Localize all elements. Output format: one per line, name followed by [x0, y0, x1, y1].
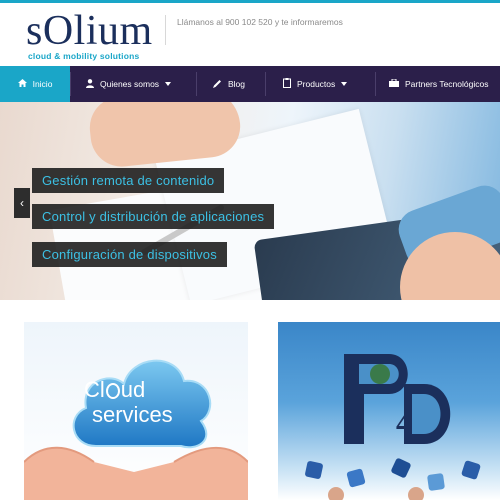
puzzle-piece	[426, 472, 446, 492]
nav-label: Inicio	[32, 79, 53, 89]
nav-item-partners[interactable]: Partners Tecnológicos	[389, 66, 488, 102]
cloud-word-1: Cl ud	[84, 377, 145, 403]
nav-label: Quienes somos	[100, 79, 160, 89]
cloud-word-1a: Cl	[84, 377, 105, 402]
nav-label: Blog	[228, 79, 246, 89]
hands-illustration	[24, 446, 248, 500]
site-logo[interactable]: sOlium cloud & mobility solutions	[26, 8, 156, 61]
nav-item-blog[interactable]: Blog	[213, 66, 245, 102]
hero-slider: ‹ Gestión remota de contenido Control y …	[0, 102, 500, 300]
logo-wordmark: sOlium	[26, 8, 153, 54]
hero-caption-3[interactable]: Configuración de dispositivos	[32, 242, 227, 267]
briefcase-icon	[389, 78, 399, 89]
hero-caption-1[interactable]: Gestión remota de contenido	[32, 168, 225, 193]
nav-item-productos[interactable]: Productos	[283, 66, 348, 102]
hero-caption-2[interactable]: Control y distribución de aplicaciones	[32, 204, 275, 229]
nav-item-inicio[interactable]: Inicio	[0, 66, 70, 102]
puzzle-piece	[346, 468, 366, 488]
chevron-down-icon	[165, 82, 172, 86]
nav-separator	[375, 72, 376, 96]
nav-label: Productos	[297, 79, 336, 89]
nav-separator	[70, 72, 71, 96]
puzzle-piece	[460, 459, 482, 481]
nav-label: Partners Tecnológicos	[405, 79, 489, 89]
pencil-icon	[213, 79, 222, 90]
site-header: sOlium cloud & mobility solutions Lláman…	[0, 3, 500, 66]
user-icon	[86, 78, 94, 90]
p4d-logo	[344, 354, 451, 444]
hand-fragment	[408, 487, 424, 500]
header-divider	[165, 15, 166, 45]
clipboard-icon	[283, 78, 291, 90]
cloud-word-2: services	[92, 402, 173, 427]
home-icon	[17, 79, 27, 89]
cloud-word-1b: ud	[120, 377, 146, 402]
cloud-services-card[interactable]: Cl ud services	[24, 322, 248, 500]
main-nav: Inicio Quienes somos Blog Productos Part…	[0, 66, 500, 102]
logo-tagline: cloud & mobility solutions	[28, 51, 140, 61]
nav-separator	[196, 72, 197, 96]
p4d-number: 4	[396, 407, 411, 440]
puzzle-piece	[304, 460, 324, 480]
hand-fragment	[328, 487, 344, 500]
p4d-card[interactable]: 4	[278, 322, 500, 500]
nav-item-quienes-somos[interactable]: Quienes somos	[86, 66, 172, 102]
puzzle-piece	[390, 457, 412, 479]
cloud-o-circle	[105, 383, 120, 400]
nav-separator	[265, 72, 266, 96]
phone-text: Llámanos al 900 102 520 y te informaremo…	[177, 17, 343, 27]
chevron-down-icon	[341, 82, 348, 86]
slider-prev-arrow[interactable]: ‹	[14, 188, 30, 218]
